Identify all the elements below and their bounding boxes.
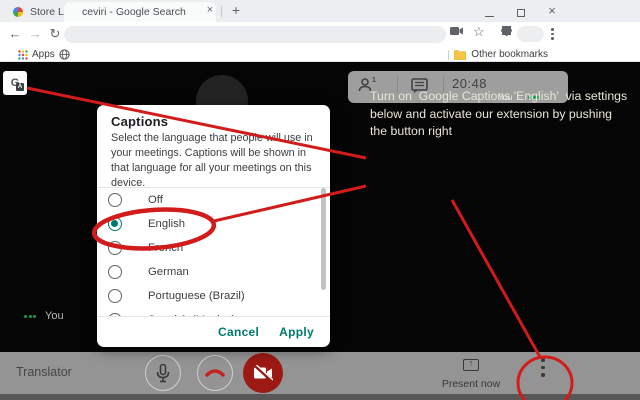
caption-option-english[interactable]: English: [97, 212, 330, 236]
radio-icon: [108, 265, 122, 279]
dialog-title: Captions: [111, 114, 168, 129]
tab-ceviri-google-search[interactable]: ceviri - Google Search: [64, 2, 216, 22]
translate-extension-icon[interactable]: GA: [3, 71, 27, 95]
window-restore-button[interactable]: [506, 4, 536, 19]
camera-tab-icon[interactable]: [450, 26, 463, 36]
cancel-button[interactable]: Cancel: [218, 325, 259, 339]
present-screen-icon: [463, 359, 479, 371]
tab-title: Store Listing: [30, 6, 64, 18]
captions-dialog: Captions Select the language that people…: [97, 105, 330, 347]
radio-icon: [108, 193, 122, 207]
microphone-button[interactable]: [145, 355, 181, 391]
meet-more-options-kebab-icon[interactable]: [541, 358, 545, 377]
extensions-puzzle-icon[interactable]: [500, 26, 513, 39]
audio-activity-dots-icon: [24, 315, 36, 318]
apps-label: Apps: [32, 49, 55, 60]
tab-strip: Store Listing ceviri - Google Search × +…: [0, 0, 640, 22]
camera-off-icon: [253, 365, 273, 381]
profile-avatar[interactable]: [517, 26, 544, 42]
bookmarks-bar: Apps Other bookmarks: [0, 48, 640, 62]
tab-title: ceviri - Google Search: [82, 6, 186, 18]
browser-chrome: Store Listing ceviri - Google Search × +…: [0, 0, 640, 62]
window-close-button[interactable]: ×: [537, 4, 567, 19]
reload-button[interactable]: ↻: [46, 25, 64, 43]
present-now-label: Present now: [441, 378, 501, 390]
bookmark-star-icon[interactable]: ☆: [473, 24, 485, 40]
caption-option-french[interactable]: French: [97, 236, 330, 260]
new-tab-button[interactable]: +: [228, 3, 244, 19]
apps-grid-icon: [18, 50, 28, 60]
tab-store-listing[interactable]: Store Listing: [8, 2, 64, 22]
camera-off-button[interactable]: [243, 353, 283, 393]
page-bottom-strip: [0, 394, 640, 400]
annotation-instructions: Turn on Google Captions 'English' via se…: [370, 88, 630, 141]
close-tab-icon[interactable]: ×: [203, 4, 217, 18]
apps-shortcut[interactable]: Apps: [18, 49, 70, 60]
dialog-actions: Cancel Apply: [97, 317, 330, 347]
dialog-scrollbar[interactable]: [321, 188, 326, 290]
folder-icon: [454, 50, 466, 60]
globe-bookmark-icon[interactable]: [59, 49, 70, 60]
browser-toolbar: ← → ↻ ☆: [0, 22, 640, 48]
caption-option-spanish-mexico[interactable]: Spanish (Mexico): [97, 308, 330, 316]
bookmarks-divider: [448, 50, 449, 60]
you-label: You: [45, 310, 64, 322]
radio-icon: [108, 289, 122, 303]
window-minimize-button[interactable]: [474, 4, 504, 19]
present-now-button[interactable]: Present now: [441, 358, 501, 390]
meet-bottom-bar: Translator Present now: [0, 352, 640, 394]
apply-button[interactable]: Apply: [279, 325, 314, 339]
radio-icon: [108, 241, 122, 255]
forward-button[interactable]: →: [26, 25, 44, 43]
self-video-label: You: [24, 310, 64, 322]
caption-language-list: Off English French German Portuguese (Br…: [97, 188, 330, 316]
microphone-icon: [156, 364, 170, 383]
back-button[interactable]: ←: [6, 25, 24, 43]
caption-option-german[interactable]: German: [97, 260, 330, 284]
caption-option-portuguese-brazil[interactable]: Portuguese (Brazil): [97, 284, 330, 308]
radio-selected-icon: [108, 217, 122, 231]
browser-menu-kebab-icon[interactable]: [551, 28, 554, 40]
hangup-phone-icon: [205, 368, 225, 378]
leave-call-button[interactable]: [197, 355, 233, 391]
address-bar[interactable]: [64, 26, 446, 43]
tab-divider: [221, 6, 222, 17]
caption-option-off[interactable]: Off: [97, 188, 330, 212]
dialog-description: Select the language that people will use…: [111, 131, 319, 191]
participant-name-label: Translator: [16, 365, 72, 379]
other-bookmarks[interactable]: Other bookmarks: [448, 49, 548, 60]
svg-text:1: 1: [372, 77, 376, 84]
other-bookmarks-label: Other bookmarks: [471, 49, 548, 60]
